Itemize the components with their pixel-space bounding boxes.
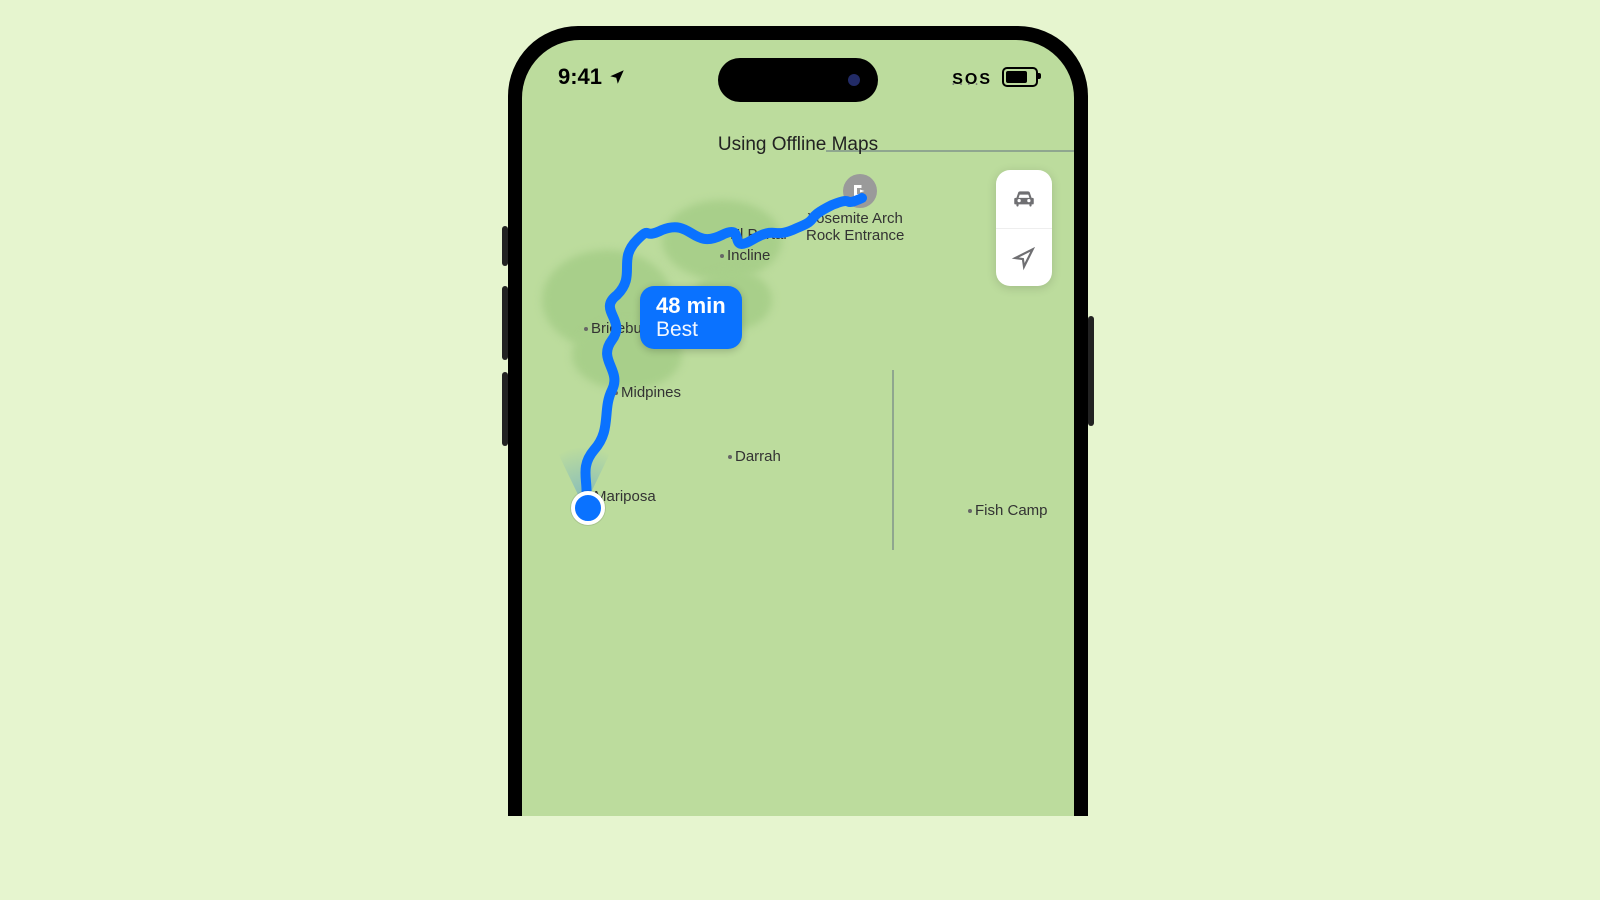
navigation-arrow-icon <box>1011 245 1037 271</box>
route-line <box>522 40 1074 816</box>
screen: 9:41 SOS • • • • Using Offline Maps <box>522 40 1074 816</box>
status-time: 9:41 <box>558 64 602 90</box>
route-duration: 48 min <box>656 294 726 318</box>
current-location-dot <box>571 491 605 525</box>
battery-icon <box>1002 67 1038 87</box>
location-arrow-icon <box>608 68 626 86</box>
offline-maps-banner: Using Offline Maps <box>522 134 1074 156</box>
sos-indicator: SOS • • • • <box>952 64 996 90</box>
route-badge: Best <box>656 318 726 341</box>
map-controls <box>996 170 1052 286</box>
car-icon <box>1011 186 1037 212</box>
route-time-callout[interactable]: 48 min Best <box>640 286 742 349</box>
dynamic-island <box>718 58 878 102</box>
phone-frame: 9:41 SOS • • • • Using Offline Maps <box>508 26 1088 816</box>
recenter-button[interactable] <box>996 228 1052 286</box>
drive-mode-map-button[interactable] <box>996 170 1052 228</box>
map-canvas[interactable]: 48 min Best Yosemite Arch Rock Entrance … <box>522 40 1074 816</box>
